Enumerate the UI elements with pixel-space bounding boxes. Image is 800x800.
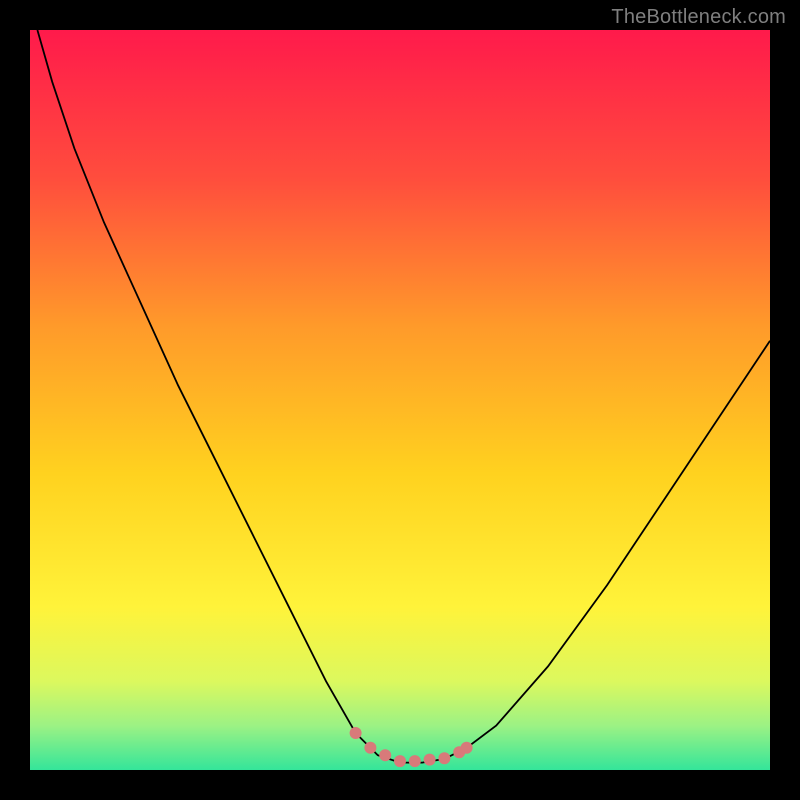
optimal-range-dot — [424, 754, 436, 766]
chart-frame: TheBottleneck.com — [0, 0, 800, 800]
optimal-range-dot — [394, 755, 406, 767]
watermark-text: TheBottleneck.com — [611, 6, 786, 29]
optimal-range-dot — [350, 727, 362, 739]
bottleneck-chart — [30, 30, 770, 770]
optimal-range-dot — [461, 742, 473, 754]
optimal-range-dot — [409, 755, 421, 767]
optimal-range-dot — [379, 749, 391, 761]
plot-background — [30, 30, 770, 770]
optimal-range-dot — [438, 752, 450, 764]
optimal-range-dot — [364, 742, 376, 754]
